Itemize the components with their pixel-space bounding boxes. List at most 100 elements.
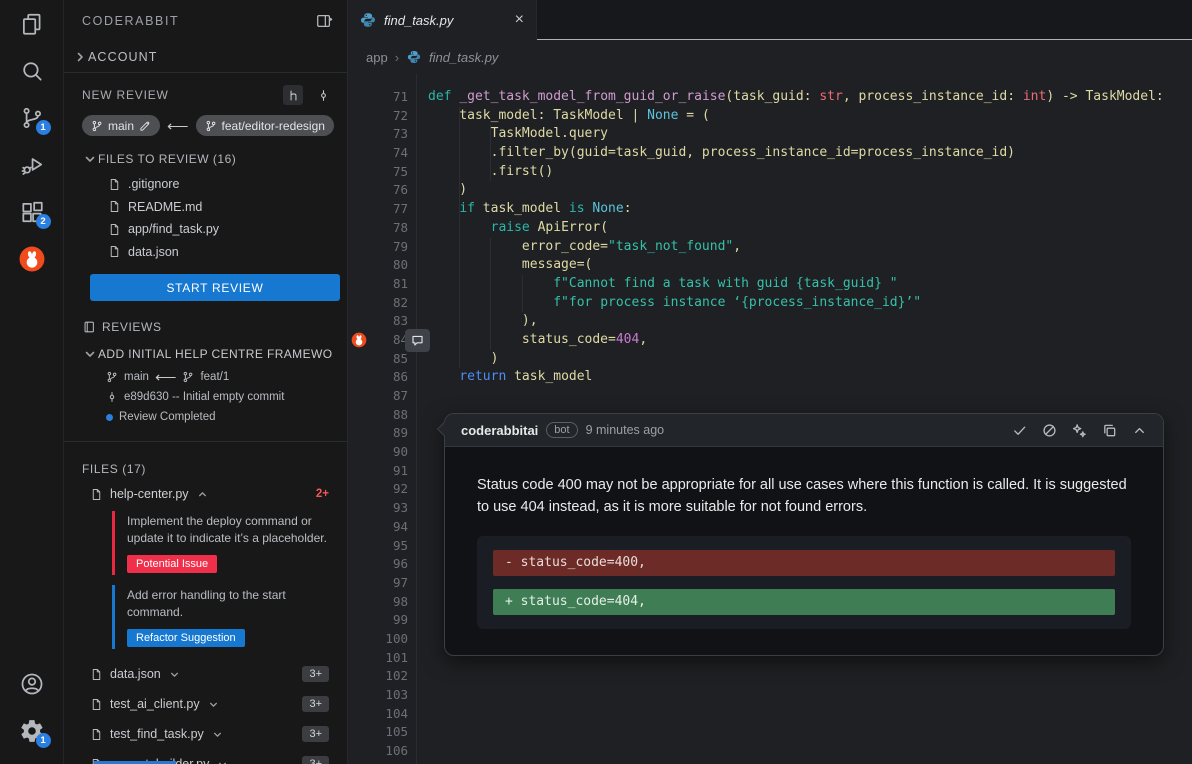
line-number: 105 <box>348 723 408 742</box>
activity-bar-top: 1 2 <box>0 0 63 282</box>
collapsed-files-list: data.json 3+ test_ai_client.py 3+ test_f… <box>82 659 333 764</box>
collapse-chevron-up-icon[interactable] <box>1132 423 1147 438</box>
line-number: 89 <box>348 424 408 443</box>
base-branch-pill[interactable]: main <box>82 115 160 136</box>
sidebar-item-account[interactable]: ACCOUNT <box>64 42 347 72</box>
source-control-button[interactable]: 1 <box>0 94 64 141</box>
breadcrumb-folder[interactable]: app <box>366 50 388 65</box>
line-number: 87 <box>348 387 408 406</box>
debug-icon <box>19 152 45 178</box>
file-to-review-item[interactable]: app/find_task.py <box>82 218 333 241</box>
chevron-down-icon <box>82 346 98 362</box>
code-text: error_code="task_not_found", <box>408 238 741 257</box>
comment-tag-potential-issue: Potential Issue <box>127 555 217 573</box>
commit-select-button[interactable] <box>313 85 333 105</box>
file-icon <box>108 177 121 192</box>
line-number: 85 <box>348 350 408 369</box>
comment-count-badge: 3+ <box>302 726 329 742</box>
chevron-right-icon <box>72 49 88 65</box>
file-name: test_ai_client.py <box>110 697 200 711</box>
code-text <box>408 649 428 668</box>
file-item-collapsed[interactable]: data.json 3+ <box>82 659 333 689</box>
line-number: 90 <box>348 443 408 462</box>
code-text: raise ApiError( <box>408 219 608 238</box>
close-icon[interactable]: × <box>515 12 524 28</box>
line-number: 72 <box>348 107 408 126</box>
search-button[interactable] <box>0 47 64 94</box>
review-item-title[interactable]: ADD INITIAL HELP CENTRE FRAMEWOR... <box>82 341 333 367</box>
commit-icon <box>317 89 330 102</box>
chevron-down-icon <box>168 668 181 681</box>
comment-bubble-icon[interactable] <box>405 329 430 352</box>
new-review-section: NEW REVIEW main ⟵ <box>64 73 347 427</box>
coderabbit-button[interactable] <box>0 235 64 282</box>
file-to-review-item[interactable]: README.md <box>82 196 333 219</box>
file-comment-item[interactable]: Add error handling to the start command.… <box>112 585 333 649</box>
extensions-button[interactable]: 2 <box>0 188 64 235</box>
code-line-82: 82 f"for process instance ‘{process_inst… <box>348 294 1192 313</box>
file-item-collapsed[interactable]: test_find_task.py 3+ <box>82 719 333 749</box>
reviews-label: REVIEWS <box>102 320 162 334</box>
tab-find-task[interactable]: find_task.py × <box>348 0 537 40</box>
code-text: f"for process instance ‘{process_instanc… <box>408 294 921 313</box>
line-number: 73 <box>348 125 408 144</box>
code-text <box>408 499 428 518</box>
start-review-button[interactable]: START REVIEW <box>90 274 340 301</box>
chevron-up-icon <box>196 488 209 501</box>
review-branches-row: main ⟵ feat/1 <box>82 367 333 387</box>
run-debug-button[interactable] <box>0 141 64 188</box>
line-number: 92 <box>348 480 408 499</box>
line-number: 104 <box>348 705 408 724</box>
review-commit-label: e89d630 -- Initial empty commit <box>124 391 284 403</box>
search-icon <box>19 58 45 84</box>
file-to-review-item[interactable]: .gitignore <box>82 173 333 196</box>
comment-count-badge: 2+ <box>316 488 329 500</box>
open-panel-button[interactable] <box>315 12 333 30</box>
apply-fix-icon[interactable] <box>1072 423 1087 438</box>
line-number: 99 <box>348 611 408 630</box>
file-item-collapsed[interactable]: test_ai_client.py 3+ <box>82 689 333 719</box>
code-text <box>408 387 428 406</box>
activity-bar-bottom: 1 <box>0 660 63 764</box>
file-to-review-item[interactable]: data.json <box>82 241 333 264</box>
files-to-review-header[interactable]: FILES TO REVIEW (16) <box>82 149 333 169</box>
file-icon <box>108 222 121 237</box>
settings-button[interactable]: 1 <box>0 707 64 754</box>
breadcrumb: app › find_task.py <box>348 40 1192 74</box>
files-to-review-list: .gitignore README.md app/find_task.py da… <box>82 173 333 263</box>
explorer-button[interactable] <box>0 0 64 47</box>
copy-icon[interactable] <box>1102 423 1117 438</box>
ignore-icon[interactable] <box>1042 423 1057 438</box>
coderabbit-sidebar: CODERABBIT ACCOUNT NEW REVIEW <box>64 0 348 764</box>
comment-count-badge: 3+ <box>302 666 329 682</box>
comment-text: Implement the deploy command or update i… <box>127 513 333 547</box>
code-line-79: 79 error_code="task_not_found", <box>348 238 1192 257</box>
coderabbit-gutter-icon[interactable] <box>351 332 367 348</box>
git-branch-icon <box>182 371 194 383</box>
account-button[interactable] <box>0 660 64 707</box>
code-line-80: 80 message=( <box>348 256 1192 275</box>
file-comment-item[interactable]: Implement the deploy command or update i… <box>112 511 333 575</box>
breadcrumb-file[interactable]: find_task.py <box>429 50 498 65</box>
code-text: .first() <box>408 163 553 182</box>
editor-group: find_task.py × app › find_task.py 71def … <box>348 0 1192 764</box>
line-number: 95 <box>348 537 408 556</box>
reviews-header: REVIEWS <box>82 317 333 337</box>
code-text <box>408 742 428 761</box>
file-item-help-center[interactable]: help-center.py 2+ <box>82 480 333 508</box>
compare-branches-button[interactable] <box>283 85 303 105</box>
status-dot <box>106 414 113 421</box>
code-text <box>408 705 428 724</box>
compare-branch-pill[interactable]: feat/editor-redesign <box>196 115 334 136</box>
code-editor[interactable]: 71def _get_task_model_from_guid_or_raise… <box>348 74 1192 764</box>
line-number: 86 <box>348 368 408 387</box>
review-title-label: ADD INITIAL HELP CENTRE FRAMEWOR... <box>98 347 333 361</box>
line-number: 100 <box>348 630 408 649</box>
code-text <box>408 443 428 462</box>
resolve-check-icon[interactable] <box>1012 423 1027 438</box>
comment-header: coderabbitai bot 9 minutes ago <box>445 414 1163 447</box>
comment-timestamp: 9 minutes ago <box>586 423 665 437</box>
code-text: ) <box>408 350 498 369</box>
activity-bar: 1 2 1 <box>0 0 64 764</box>
line-number: 82 <box>348 294 408 313</box>
